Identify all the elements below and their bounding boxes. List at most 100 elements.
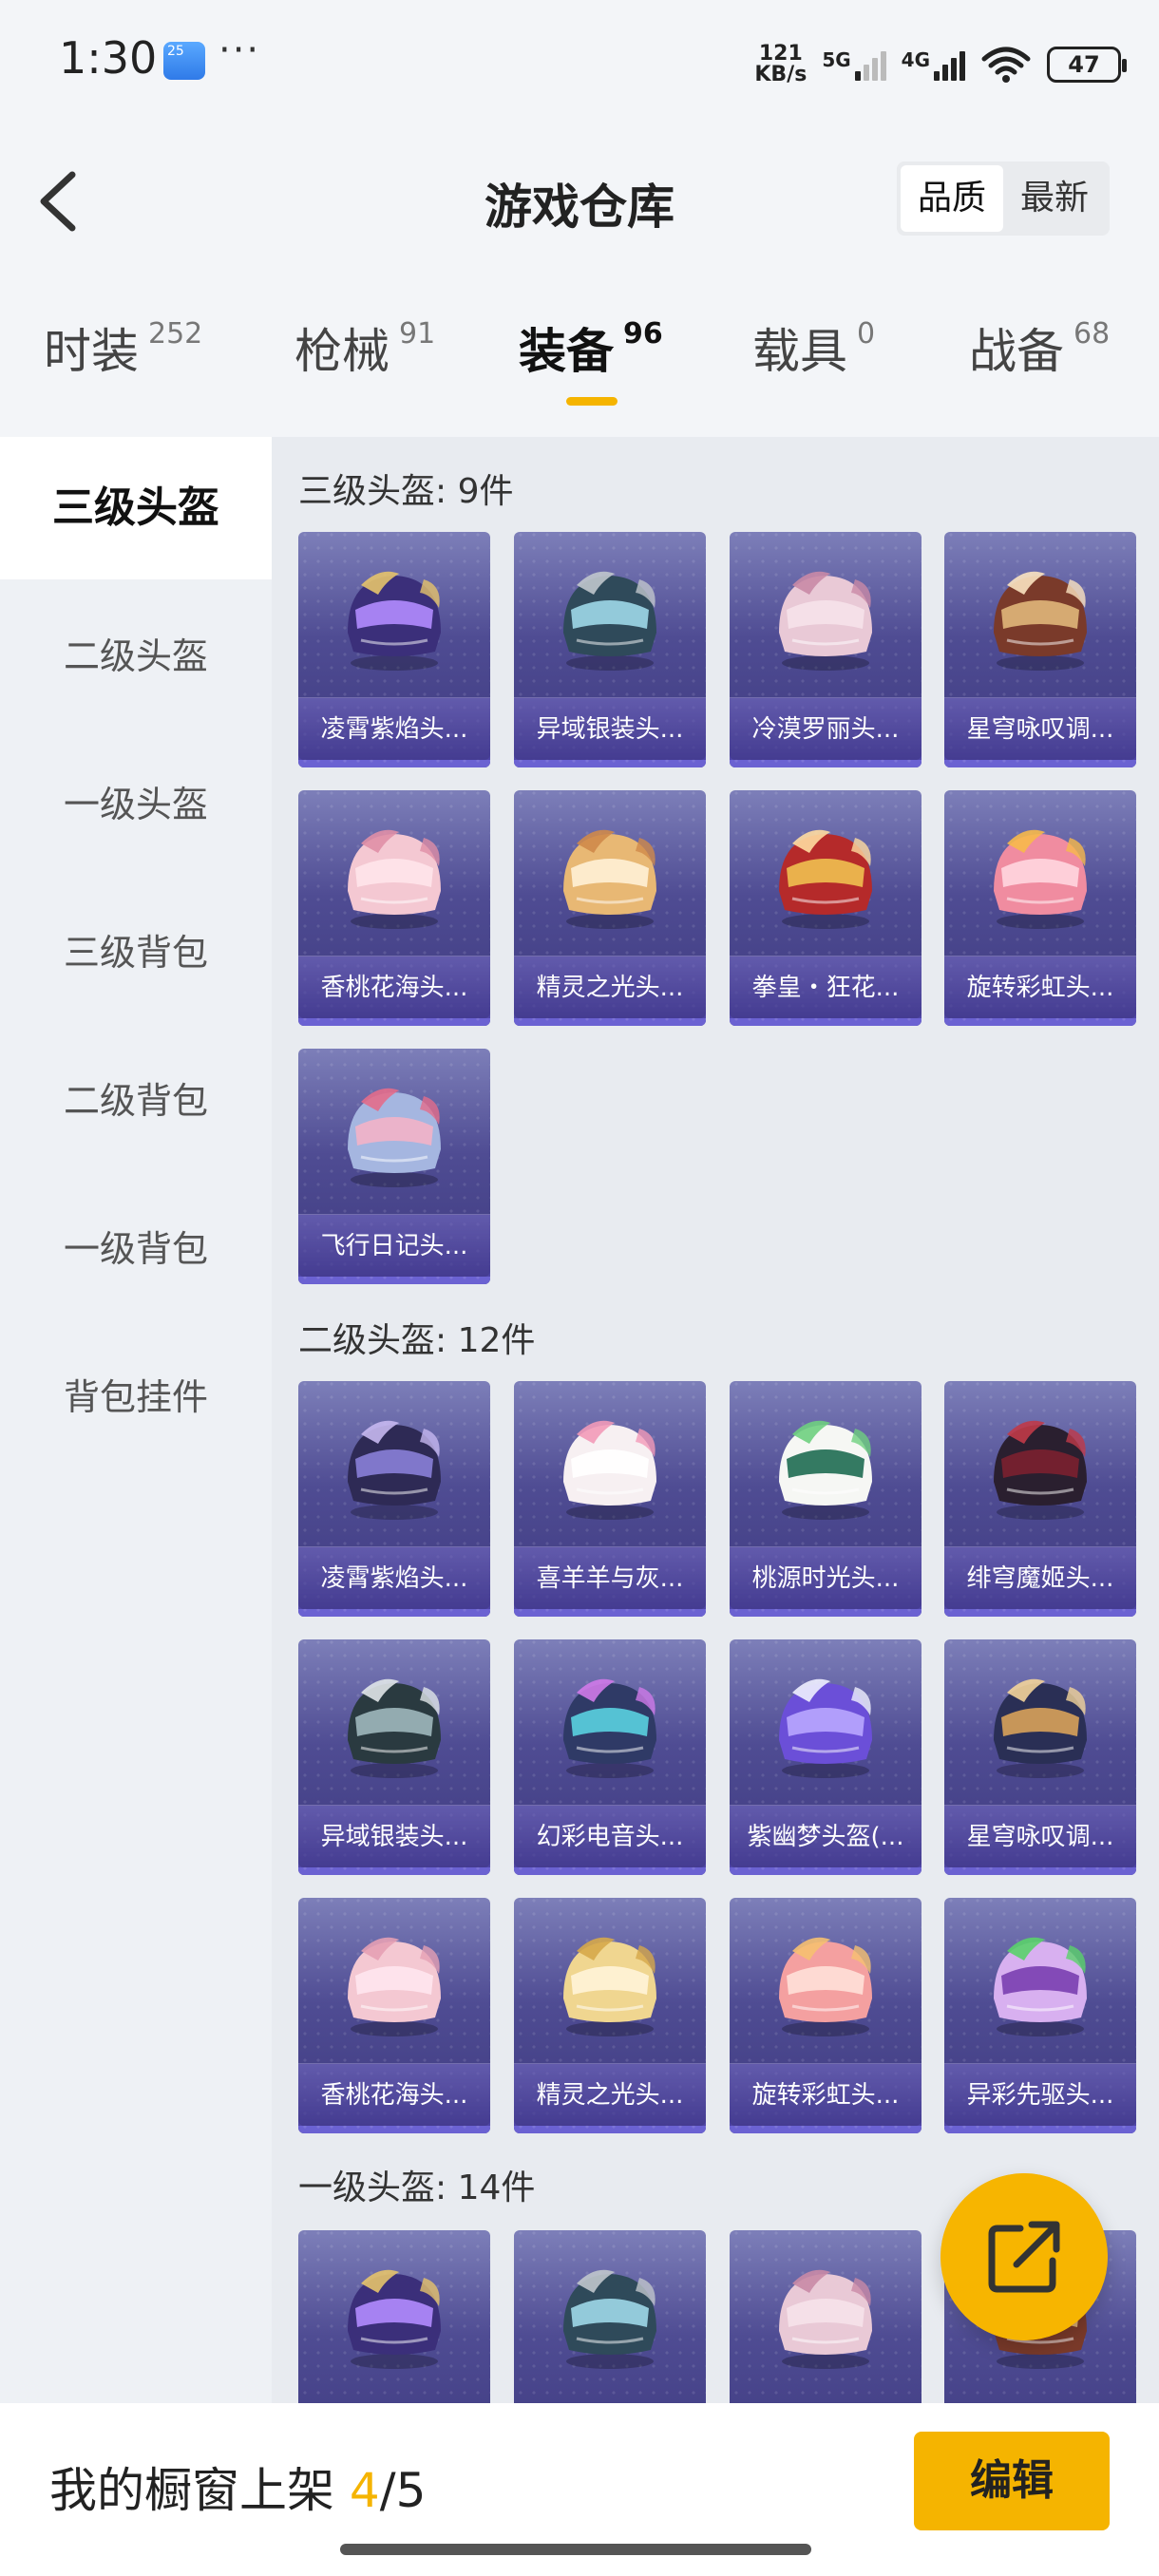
- item-name: 精灵之光头...: [514, 2063, 706, 2126]
- showcase-total: /5: [379, 2463, 427, 2518]
- item-name: 星穹咏叹调...: [944, 1805, 1136, 1867]
- item-card[interactable]: 旋转彩虹头...: [944, 790, 1136, 1026]
- helmet-icon: [994, 1420, 1087, 1520]
- edit-button[interactable]: 编辑: [914, 2432, 1110, 2530]
- sidebar-item-level3-backpack[interactable]: 三级背包: [0, 881, 272, 1024]
- tab-vehicles[interactable]: 载具 0: [752, 313, 875, 382]
- item-card[interactable]: 喜羊羊与灰...: [514, 1381, 706, 1617]
- bottom-bar: 我的橱窗上架 4/5 编辑: [0, 2403, 1159, 2576]
- item-card[interactable]: [298, 2230, 490, 2403]
- helmet-icon: [994, 571, 1087, 671]
- signal-4g: 4G: [902, 48, 965, 81]
- speed-value: 121: [758, 42, 803, 66]
- helmet-icon: [348, 1678, 441, 1778]
- tab-label: 装备: [519, 324, 614, 379]
- item-name: 异彩先驱头...: [944, 2063, 1136, 2126]
- more-notifications-icon: ···: [218, 28, 261, 72]
- item-card[interactable]: 凌霄紫焰头...: [298, 532, 490, 767]
- helmet-icon: [563, 1420, 656, 1520]
- item-card[interactable]: 冷漠罗丽头...: [730, 532, 922, 767]
- sidebar-item-level1-helmet[interactable]: 一级头盔: [0, 733, 272, 876]
- helmet-icon: [779, 2269, 872, 2369]
- signal-bars-icon: [934, 48, 965, 81]
- helmet-icon: [348, 2269, 441, 2369]
- item-name: 精灵之光头...: [514, 956, 706, 1018]
- weather-icon: 25: [163, 42, 205, 80]
- section-title: 二级头盔: 12件: [298, 1321, 536, 1360]
- item-name: 异域银装头...: [514, 697, 706, 760]
- item-name: 凌霄紫焰头...: [298, 1546, 490, 1609]
- helmet-icon: [994, 1937, 1087, 2036]
- item-card[interactable]: 香桃花海头...: [298, 1898, 490, 2133]
- sort-option-latest[interactable]: 最新: [1003, 165, 1106, 232]
- sidebar-item-backpack-charm[interactable]: 背包挂件: [0, 1326, 272, 1468]
- helmet-icon: [348, 1420, 441, 1520]
- item-name: 星穹咏叹调...: [944, 697, 1136, 760]
- item-card[interactable]: 异彩先驱头...: [944, 1898, 1136, 2133]
- item-name: 拳皇・狂花...: [730, 956, 922, 1018]
- helmet-icon: [994, 829, 1087, 929]
- tab-guns[interactable]: 枪械 91: [294, 313, 435, 382]
- home-indicator: [340, 2544, 811, 2555]
- helmet-icon: [779, 571, 872, 671]
- helmet-icon: [994, 1678, 1087, 1778]
- item-card[interactable]: 幻彩电音头...: [514, 1639, 706, 1875]
- tab-count: 0: [857, 317, 876, 350]
- active-tab-indicator: [566, 397, 618, 406]
- item-card[interactable]: 星穹咏叹调...: [944, 532, 1136, 767]
- signal-bars-icon: [854, 48, 886, 81]
- net-5g-label: 5G: [822, 48, 851, 71]
- item-name: 旋转彩虹头...: [944, 956, 1136, 1018]
- showcase-status: 我的橱窗上架 4/5: [49, 2453, 426, 2521]
- item-name: 紫幽梦头盔(...: [730, 1805, 922, 1867]
- item-card[interactable]: 飞行日记头...: [298, 1049, 490, 1284]
- category-tabs: 时装 252 枪械 91 装备 96 载具 0 战备 68: [0, 313, 1159, 418]
- helmet-icon: [779, 1678, 872, 1778]
- item-card[interactable]: 绯穹魔姬头...: [944, 1381, 1136, 1617]
- tab-equipment[interactable]: 装备 96: [519, 313, 663, 382]
- sidebar-item-level2-helmet[interactable]: 二级头盔: [0, 585, 272, 728]
- item-name: 桃源时光头...: [730, 1546, 922, 1609]
- item-card[interactable]: 精灵之光头...: [514, 790, 706, 1026]
- app-header: 游戏仓库 品质 最新: [0, 142, 1159, 256]
- share-external-icon[interactable]: [940, 2173, 1108, 2340]
- tab-label: 载具: [752, 324, 847, 379]
- helmet-icon: [348, 1937, 441, 2036]
- item-card[interactable]: 紫幽梦头盔(...: [730, 1639, 922, 1875]
- tab-count: 91: [399, 317, 436, 350]
- helmet-icon: [779, 829, 872, 929]
- item-card[interactable]: 香桃花海头...: [298, 790, 490, 1026]
- item-card[interactable]: 桃源时光头...: [730, 1381, 922, 1617]
- speed-unit: KB/s: [754, 63, 808, 86]
- tab-supplies[interactable]: 战备 68: [969, 313, 1110, 382]
- sidebar-item-level1-backpack[interactable]: 一级背包: [0, 1178, 272, 1320]
- tab-count: 96: [623, 317, 663, 350]
- item-name: 绯穹魔姬头...: [944, 1546, 1136, 1609]
- section-title: 三级头盔: 9件: [298, 472, 514, 511]
- item-card[interactable]: [730, 2230, 922, 2403]
- item-card[interactable]: 星穹咏叹调...: [944, 1639, 1136, 1875]
- tab-fashion[interactable]: 时装 252: [44, 313, 202, 382]
- sidebar: 三级头盔 二级头盔 一级头盔 三级背包 二级背包 一级背包 背包挂件: [0, 437, 272, 2403]
- sidebar-item-level3-helmet[interactable]: 三级头盔: [0, 437, 272, 579]
- helmet-icon: [563, 829, 656, 929]
- item-card[interactable]: 凌霄紫焰头...: [298, 1381, 490, 1617]
- sidebar-item-level2-backpack[interactable]: 二级背包: [0, 1030, 272, 1172]
- item-card[interactable]: 精灵之光头...: [514, 1898, 706, 2133]
- section-title: 一级头盔: 14件: [298, 2169, 536, 2207]
- item-name: 飞行日记头...: [298, 1214, 490, 1277]
- item-card[interactable]: [514, 2230, 706, 2403]
- item-card[interactable]: 异域银装头...: [514, 532, 706, 767]
- item-card[interactable]: 旋转彩虹头...: [730, 1898, 922, 2133]
- tab-label: 枪械: [294, 324, 390, 379]
- battery-icon: 47: [1047, 47, 1127, 83]
- sort-option-quality[interactable]: 品质: [901, 165, 1003, 232]
- item-card[interactable]: 异域银装头...: [298, 1639, 490, 1875]
- helmet-icon: [563, 2269, 656, 2369]
- helmet-icon: [348, 829, 441, 929]
- item-card[interactable]: 拳皇・狂花...: [730, 790, 922, 1026]
- network-speed: 121 KB/s: [754, 44, 807, 85]
- helmet-icon: [563, 571, 656, 671]
- sort-toggle: 品质 最新: [897, 161, 1110, 236]
- status-bar: 1:30 25 ··· 121 KB/s 5G 4G 47: [0, 0, 1159, 123]
